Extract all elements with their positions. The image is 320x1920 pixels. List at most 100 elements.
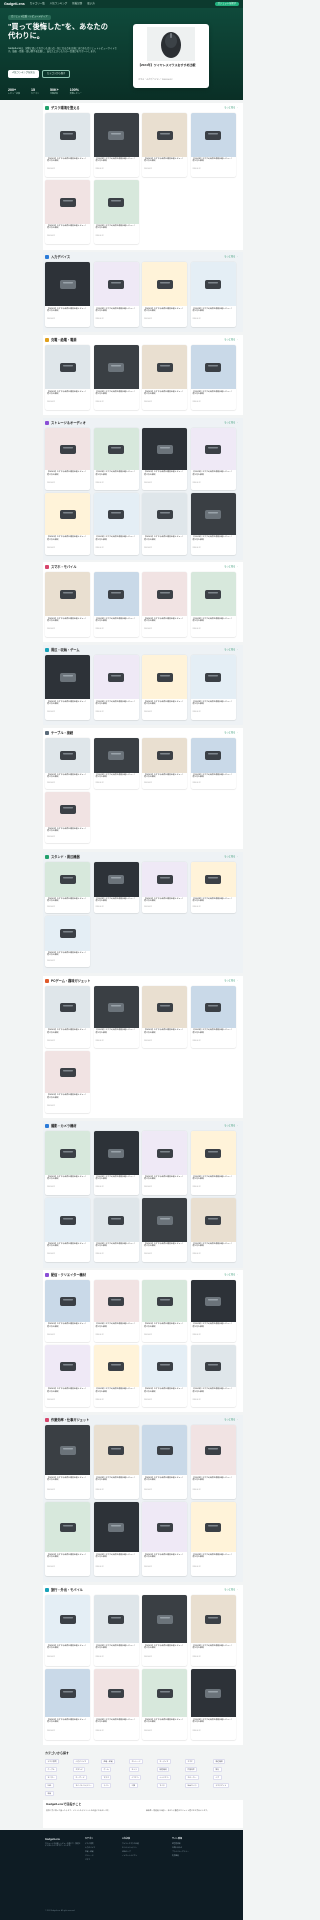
category-chip[interactable]: ストレージ: [129, 1759, 143, 1765]
product-card[interactable]: 【2024年】おすすめ商品を徹底比較レビュー！選び方も解説 2024.04.12: [45, 1345, 90, 1407]
product-card[interactable]: 【2024年】おすすめ商品を徹底比較レビュー！選び方も解説 2024.04.12: [45, 345, 90, 410]
product-card[interactable]: 【2024年】おすすめ商品を徹底比較レビュー！選び方も解説 2024.04.12: [190, 1345, 236, 1407]
nav-link[interactable]: 人気ランキング: [50, 2, 67, 5]
hero-featured-card[interactable]: 【2024年】ワイヤレスマウスおすすめ比較 マウス・入力デバイス ／ 2024.…: [133, 24, 209, 88]
product-card[interactable]: 【2024年】おすすめ商品を徹底比較レビュー！選び方も解説 2024.04.12: [142, 572, 187, 637]
category-chip[interactable]: 配信機材: [157, 1767, 170, 1773]
product-card[interactable]: 【2024年】おすすめ商品を徹底比較レビュー！選び方も解説 2024.04.12: [142, 345, 187, 410]
see-more-link[interactable]: もっと見る →: [224, 980, 238, 983]
nav-link[interactable]: カテゴリ一覧: [30, 2, 45, 5]
product-card[interactable]: 【2024年】おすすめ商品を徹底比較レビュー！選び方も解説 2024.04.12: [190, 345, 236, 410]
footer-link[interactable]: 入力デバイス: [85, 1847, 95, 1849]
category-chip[interactable]: マウス: [101, 1775, 112, 1781]
product-card[interactable]: 【2024年】おすすめ商品を徹底比較レビュー！選び方も解説 2024.04.12: [93, 1425, 139, 1499]
category-chip[interactable]: デスク環境: [45, 1759, 59, 1765]
product-card[interactable]: 【2024年】おすすめ商品を徹底比較レビュー！選び方も解説 2024.04.12: [142, 1131, 187, 1195]
product-card[interactable]: 【2024年】おすすめ商品を徹底比較レビュー！選び方も解説 2024.04.12: [142, 262, 187, 327]
product-card[interactable]: 【2024年】おすすめ商品を徹底比較レビュー！選び方も解説 2024.04.12: [93, 572, 139, 637]
product-card[interactable]: 【2024年】おすすめ商品を徹底比較レビュー！選び方も解説 2024.04.12: [93, 428, 139, 490]
product-card[interactable]: 【2024年】おすすめ商品を徹底比較レビュー！選び方も解説 2024.04.12: [142, 493, 187, 555]
product-card[interactable]: 【2024年】おすすめ商品を徹底比較レビュー！選び方も解説 2024.04.12: [45, 1198, 90, 1262]
product-card[interactable]: 【2024年】おすすめ商品を徹底比較レビュー！選び方も解説 2024.04.12: [190, 1502, 236, 1576]
category-chip[interactable]: マイク: [157, 1783, 168, 1789]
category-chip[interactable]: スマホ: [185, 1759, 196, 1765]
product-card[interactable]: 【2024年】おすすめ商品を徹底比較レビュー！選び方も解説 2024.04.12: [93, 986, 139, 1048]
category-chip[interactable]: モバイルバッテリー: [73, 1783, 95, 1789]
product-card[interactable]: 【2024年】おすすめ商品を徹底比較レビュー！選び方も解説 2024.04.12: [190, 572, 236, 637]
hero-primary-button[interactable]: 人気ランキングを見る: [8, 70, 39, 78]
category-chip[interactable]: カメラ: [129, 1767, 140, 1773]
product-card[interactable]: 【2024年】おすすめ商品を徹底比較レビュー！選び方も解説 2024.04.12: [142, 1502, 187, 1576]
product-card[interactable]: 【2024年】おすすめ商品を徹底比較レビュー！選び方も解説 2024.04.12: [93, 262, 139, 327]
category-chip[interactable]: デスクマット: [213, 1783, 229, 1789]
product-card[interactable]: 【2024年】おすすめ商品を徹底比較レビュー！選び方も解説 2024.04.12: [93, 493, 139, 555]
nav-link[interactable]: 新着記事: [72, 2, 82, 5]
product-card[interactable]: 【2024年】おすすめ商品を徹底比較レビュー！選び方も解説 2024.04.12: [190, 428, 236, 490]
category-chip[interactable]: ヘッドホン: [157, 1775, 171, 1781]
product-card[interactable]: 【2024年】おすすめ商品を徹底比較レビュー！選び方も解説 2024.04.12: [93, 1131, 139, 1195]
product-card[interactable]: 【2024年】おすすめ商品を徹底比較レビュー！選び方も解説 2024.04.12: [93, 1280, 139, 1342]
see-more-link[interactable]: もっと見る →: [224, 732, 238, 735]
footer-link[interactable]: お問い合わせ: [172, 1847, 182, 1849]
product-card[interactable]: 【2024年】おすすめ商品を徹底比較レビュー！選び方も解説 2024.04.12: [93, 1345, 139, 1407]
footer-logo[interactable]: GadgetLens: [45, 1838, 60, 1841]
category-chip[interactable]: Webカメラ: [185, 1783, 200, 1789]
product-card[interactable]: 【2024年】おすすめ商品を徹底比較レビュー！選び方も解説 2024.04.12: [45, 572, 90, 637]
category-chip[interactable]: ライト: [101, 1783, 112, 1789]
product-card[interactable]: 【2024年】おすすめ商品を徹底比較レビュー！選び方も解説 2024.04.12: [45, 792, 90, 843]
category-chip[interactable]: SSD: [45, 1783, 54, 1789]
category-chip[interactable]: 入力デバイス: [73, 1759, 89, 1765]
product-card[interactable]: 【2024年】おすすめ商品を徹底比較レビュー！選び方も解説 2024.04.12: [142, 738, 187, 789]
category-chip[interactable]: 旅行: [213, 1767, 222, 1773]
footer-link[interactable]: ストレージ: [85, 1855, 93, 1857]
product-card[interactable]: 【2024年】おすすめ商品を徹底比較レビュー！選び方も解説 2024.04.12: [93, 180, 139, 244]
footer-link[interactable]: 充電・給電: [85, 1851, 93, 1853]
product-card[interactable]: 【2024年】おすすめ商品を徹底比較レビュー！選び方も解説 2024.04.12: [93, 862, 139, 913]
product-card[interactable]: 【2024年】おすすめ商品を徹底比較レビュー！選び方も解説 2024.04.12: [93, 1669, 139, 1740]
category-chip[interactable]: スピーカー: [185, 1775, 199, 1781]
see-more-link[interactable]: もっと見る →: [224, 1274, 238, 1277]
product-card[interactable]: 【2024年】おすすめ商品を徹底比較レビュー！選び方も解説 2024.04.12: [190, 986, 236, 1048]
product-card[interactable]: 【2024年】おすすめ商品を徹底比較レビュー！選び方も解説 2024.04.12: [45, 1502, 90, 1576]
product-card[interactable]: 【2024年】おすすめ商品を徹底比較レビュー！選び方も解説 2024.04.12: [45, 1131, 90, 1195]
product-card[interactable]: 【2024年】おすすめ商品を徹底比較レビュー！選び方も解説 2024.04.12: [45, 862, 90, 913]
product-card[interactable]: 【2024年】おすすめ商品を徹底比較レビュー！選び方も解説 2024.04.12: [45, 262, 90, 327]
footer-link[interactable]: モバイルバッテリー: [122, 1847, 137, 1849]
product-card[interactable]: 【2024年】おすすめ商品を徹底比較レビュー！選び方も解説 2024.04.12: [93, 655, 139, 720]
category-chip[interactable]: 収納: [45, 1791, 54, 1797]
category-chip[interactable]: 充電・給電: [101, 1759, 115, 1765]
header-cta-button[interactable]: ガジェットを探す: [214, 1, 239, 7]
product-card[interactable]: 【2024年】おすすめ商品を徹底比較レビュー！選び方も解説 2024.04.12: [190, 738, 236, 789]
product-card[interactable]: 【2024年】おすすめ商品を徹底比較レビュー！選び方も解説 2024.04.12: [142, 1345, 187, 1407]
category-chip[interactable]: キーボード: [73, 1775, 87, 1781]
category-chip[interactable]: 三脚: [129, 1783, 138, 1789]
product-card[interactable]: 【2024年】おすすめ商品を徹底比較レビュー！選び方も解説 2024.04.12: [45, 428, 90, 490]
product-card[interactable]: 【2024年】おすすめ商品を徹底比較レビュー！選び方も解説 2024.04.12: [45, 655, 90, 720]
product-card[interactable]: 【2024年】おすすめ商品を徹底比較レビュー！選び方も解説 2024.04.12: [93, 1502, 139, 1576]
product-card[interactable]: 【2024年】おすすめ商品を徹底比較レビュー！選び方も解説 2024.04.12: [45, 493, 90, 555]
product-card[interactable]: 【2024年】おすすめ商品を徹底比較レビュー！選び方も解説 2024.04.12: [45, 1425, 90, 1499]
product-card[interactable]: 【2024年】おすすめ商品を徹底比較レビュー！選び方も解説 2024.04.12: [45, 986, 90, 1048]
product-card[interactable]: 【2024年】おすすめ商品を徹底比較レビュー！選び方も解説 2024.04.12: [190, 262, 236, 327]
product-card[interactable]: 【2024年】おすすめ商品を徹底比較レビュー！選び方も解説 2024.04.12: [190, 113, 236, 177]
category-chip[interactable]: オーディオ: [157, 1759, 171, 1765]
product-card[interactable]: 【2024年】おすすめ商品を徹底比較レビュー！選び方も解説 2024.04.12: [142, 113, 187, 177]
category-chip[interactable]: 周辺機器: [213, 1759, 226, 1765]
footer-link[interactable]: 運営者情報: [172, 1843, 180, 1845]
product-card[interactable]: 【2024年】おすすめ商品を徹底比較レビュー！選び方も解説 2024.04.12: [190, 1595, 236, 1666]
product-card[interactable]: 【2024年】おすすめ商品を徹底比較レビュー！選び方も解説 2024.04.12: [190, 1669, 236, 1740]
category-chip[interactable]: スタンド: [73, 1767, 86, 1773]
product-card[interactable]: 【2024年】おすすめ商品を徹底比較レビュー！選び方も解説 2024.04.12: [93, 113, 139, 177]
footer-link[interactable]: プライバシーポリシー: [172, 1851, 189, 1853]
product-card[interactable]: 【2024年】おすすめ商品を徹底比較レビュー！選び方も解説 2024.04.12: [142, 1425, 187, 1499]
product-card[interactable]: 【2024年】おすすめ商品を徹底比較レビュー！選び方も解説 2024.04.12: [190, 1198, 236, 1262]
product-card[interactable]: 【2024年】おすすめ商品を徹底比較レビュー！選び方も解説 2024.04.12: [45, 1595, 90, 1666]
see-more-link[interactable]: もっと見る →: [224, 1125, 238, 1128]
footer-link[interactable]: デスク環境: [85, 1843, 93, 1845]
product-card[interactable]: 【2024年】おすすめ商品を徹底比較レビュー！選び方も解説 2024.04.12: [45, 1669, 90, 1740]
product-card[interactable]: 【2024年】おすすめ商品を徹底比較レビュー！選び方も解説 2024.04.12: [142, 1669, 187, 1740]
product-card[interactable]: 【2024年】おすすめ商品を徹底比較レビュー！選び方も解説 2024.04.12: [142, 1280, 187, 1342]
product-card[interactable]: 【2024年】おすすめ商品を徹底比較レビュー！選び方も解説 2024.04.12: [142, 1595, 187, 1666]
category-chip[interactable]: 作業効率: [185, 1767, 198, 1773]
category-chip[interactable]: イヤホン: [129, 1775, 142, 1781]
